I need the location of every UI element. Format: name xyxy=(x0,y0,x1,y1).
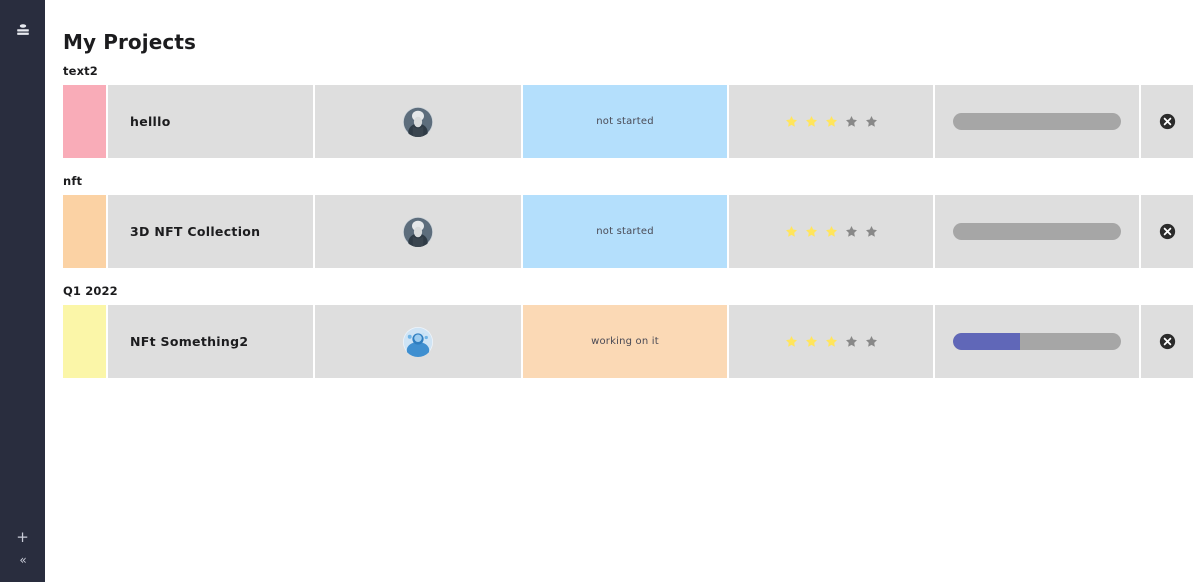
project-group: nft 3D NFT Collection not started xyxy=(63,174,1193,268)
star-icon[interactable] xyxy=(785,335,798,348)
project-name-label: NFt Something2 xyxy=(130,334,249,349)
project-name-label: helllo xyxy=(130,114,171,129)
project-group: Q1 2022 NFt Something2 working on it xyxy=(63,284,1193,378)
star-icon[interactable] xyxy=(805,115,818,128)
database-icon[interactable] xyxy=(13,21,33,41)
progress-bar[interactable] xyxy=(953,223,1121,240)
owner-cell[interactable] xyxy=(315,305,523,378)
status-cell[interactable]: working on it xyxy=(523,305,729,378)
close-circle-icon[interactable] xyxy=(1159,113,1176,130)
avatar xyxy=(403,326,433,357)
star-icon[interactable] xyxy=(825,115,838,128)
collapse-sidebar-button[interactable]: « xyxy=(14,552,32,568)
project-name-cell[interactable]: NFt Something2 xyxy=(108,305,315,378)
star-icon[interactable] xyxy=(785,115,798,128)
project-group: text2 helllo not started xyxy=(63,64,1193,158)
owner-cell[interactable] xyxy=(315,195,523,268)
project-name-label: 3D NFT Collection xyxy=(130,224,261,239)
rating-cell[interactable] xyxy=(729,305,935,378)
project-name-cell[interactable]: 3D NFT Collection xyxy=(108,195,315,268)
star-icon[interactable] xyxy=(865,225,878,238)
delete-cell xyxy=(1141,85,1193,158)
owner-cell[interactable] xyxy=(315,85,523,158)
progress-cell[interactable] xyxy=(935,195,1141,268)
delete-cell xyxy=(1141,195,1193,268)
table-row: 3D NFT Collection not started xyxy=(63,195,1193,268)
star-icon[interactable] xyxy=(825,335,838,348)
avatar xyxy=(403,106,433,137)
sidebar-bottom-actions: + « xyxy=(0,529,45,568)
star-icon[interactable] xyxy=(785,225,798,238)
sidebar: + « xyxy=(0,0,45,582)
app-root: + « My Projects text2 helllo not started nf… xyxy=(0,0,1200,582)
close-circle-icon[interactable] xyxy=(1159,223,1176,240)
status-cell[interactable]: not started xyxy=(523,85,729,158)
status-badge: working on it xyxy=(591,336,659,347)
progress-bar[interactable] xyxy=(953,113,1121,130)
star-icon[interactable] xyxy=(865,335,878,348)
project-name-cell[interactable]: helllo xyxy=(108,85,315,158)
progress-bar[interactable] xyxy=(953,333,1121,350)
projects-board: text2 helllo not started nft 3D NFT Collecti… xyxy=(63,64,1193,378)
star-icon[interactable] xyxy=(825,225,838,238)
star-icon[interactable] xyxy=(845,115,858,128)
row-color-swatch[interactable] xyxy=(63,85,108,158)
rating-cell[interactable] xyxy=(729,85,935,158)
main-content: My Projects text2 helllo not started nft 3D … xyxy=(45,0,1200,582)
table-row: helllo not started xyxy=(63,85,1193,158)
group-title: text2 xyxy=(63,64,98,78)
row-color-swatch[interactable] xyxy=(63,305,108,378)
page-title: My Projects xyxy=(63,30,197,54)
star-icon[interactable] xyxy=(845,225,858,238)
star-icon[interactable] xyxy=(845,335,858,348)
star-icon[interactable] xyxy=(805,335,818,348)
star-icon[interactable] xyxy=(805,225,818,238)
star-icon[interactable] xyxy=(865,115,878,128)
status-badge: not started xyxy=(596,226,654,237)
add-board-button[interactable]: + xyxy=(14,529,32,545)
table-row: NFt Something2 working on it xyxy=(63,305,1193,378)
progress-cell[interactable] xyxy=(935,305,1141,378)
status-badge: not started xyxy=(596,116,654,127)
rating-cell[interactable] xyxy=(729,195,935,268)
status-cell[interactable]: not started xyxy=(523,195,729,268)
delete-cell xyxy=(1141,305,1193,378)
progress-bar-fill xyxy=(953,333,1021,350)
group-title: Q1 2022 xyxy=(63,284,118,298)
group-title: nft xyxy=(63,174,83,188)
avatar xyxy=(403,216,433,247)
close-circle-icon[interactable] xyxy=(1159,333,1176,350)
row-color-swatch[interactable] xyxy=(63,195,108,268)
progress-cell[interactable] xyxy=(935,85,1141,158)
